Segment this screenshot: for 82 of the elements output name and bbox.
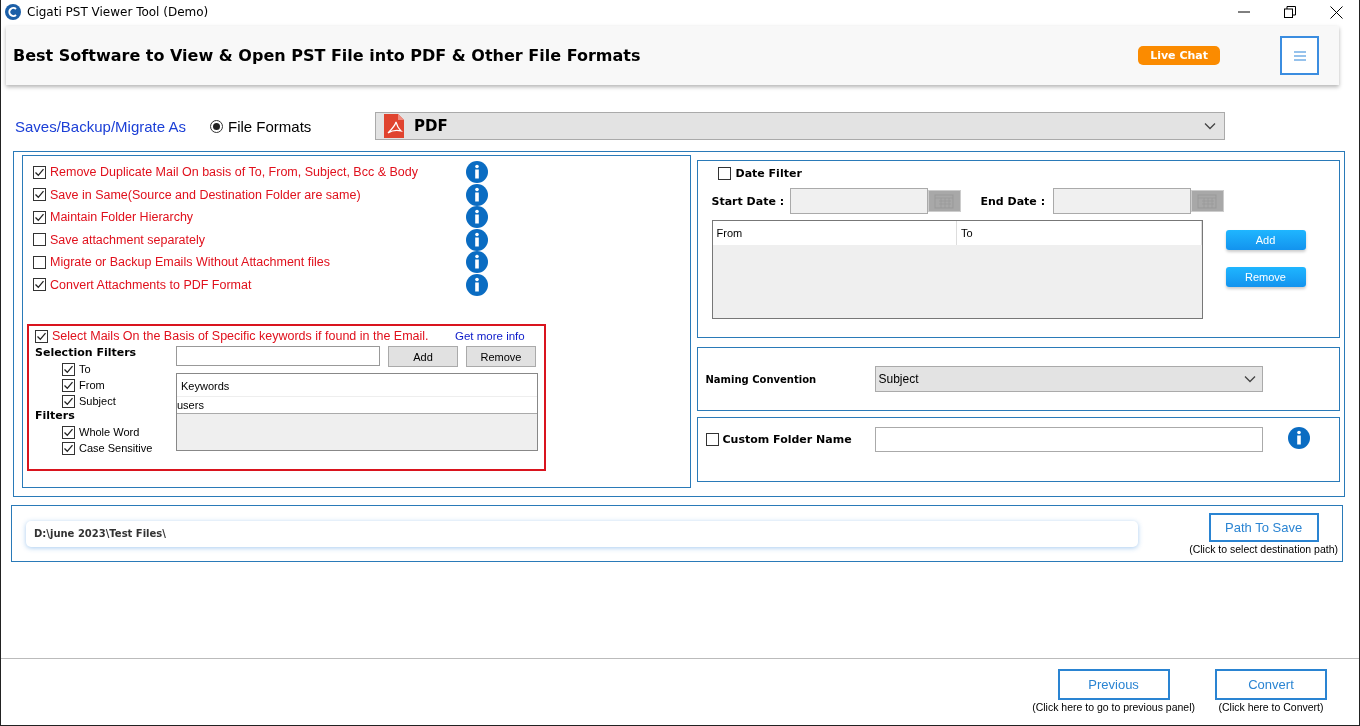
- checkbox[interactable]: [33, 255, 46, 269]
- path-to-save-button[interactable]: Path To Save: [1208, 512, 1319, 542]
- checkmark-icon: [36, 330, 47, 342]
- button-hint: (Click here to go to previous panel): [1032, 701, 1195, 713]
- checkmark-icon: [34, 189, 45, 201]
- menu-button[interactable]: [1280, 36, 1319, 75]
- naming-convention-dropdown[interactable]: Subject: [874, 366, 1263, 392]
- column-header: Keywords: [177, 374, 537, 397]
- checkmark-icon: [34, 166, 45, 178]
- column-header: To: [957, 221, 1202, 245]
- option-label: Migrate or Backup Emails Without Attachment files: [50, 255, 330, 270]
- add-button[interactable]: Add: [388, 346, 458, 367]
- button-hint: (Click to select destination path): [1189, 542, 1338, 555]
- section-title: Selection Filters: [35, 346, 138, 361]
- custom-folder-label: Custom Folder Name: [722, 433, 852, 446]
- convert-button[interactable]: Convert: [1215, 669, 1327, 700]
- info-icon: [1287, 427, 1310, 449]
- checkbox[interactable]: [62, 425, 75, 439]
- checkbox[interactable]: [62, 362, 75, 376]
- info-icon: [466, 161, 488, 184]
- filter-label: Case Sensitive: [79, 442, 153, 454]
- save-as-label: Saves/Backup/Migrate As: [15, 117, 187, 135]
- checkbox[interactable]: [35, 329, 48, 343]
- list-item[interactable]: users: [177, 397, 537, 414]
- info-icon: [466, 183, 488, 206]
- checkbox[interactable]: [33, 165, 46, 179]
- start-date-field[interactable]: [789, 188, 928, 214]
- section-title: Filters: [35, 409, 76, 424]
- filter-label: Subject: [79, 395, 116, 407]
- previous-button[interactable]: Previous: [1057, 669, 1170, 700]
- checkmark-icon: [63, 363, 74, 375]
- checkbox[interactable]: [62, 378, 75, 392]
- option-label: Remove Duplicate Mail On basis of To, From, Subject, Bcc & Body: [50, 165, 418, 180]
- custom-folder-field[interactable]: [874, 427, 1263, 452]
- header-title: Best Software to View & Open PST File into PDF & Other File Formats: [13, 46, 642, 65]
- option-label: Convert Attachments to PDF Format: [50, 277, 252, 292]
- checkmark-icon: [63, 395, 74, 407]
- option-label: Maintain Folder Hierarchy: [50, 210, 194, 225]
- naming-convention-label: Naming Convention: [705, 373, 818, 385]
- checkbox[interactable]: [33, 233, 46, 247]
- option-label: Save attachment separately: [50, 232, 205, 247]
- app-logo-icon: [5, 4, 21, 20]
- checkmark-icon: [63, 379, 74, 391]
- close-icon: [1329, 5, 1343, 19]
- window-title: Cigati PST Viewer Tool (Demo): [27, 5, 209, 19]
- info-icon: [466, 228, 488, 251]
- filter-label: From: [79, 379, 105, 391]
- end-date-field[interactable]: [1052, 188, 1191, 214]
- checkbox[interactable]: [62, 441, 75, 455]
- info-icon: [466, 206, 488, 229]
- checkbox[interactable]: [33, 278, 46, 292]
- end-date-label: End Date :: [980, 194, 1047, 208]
- checkbox[interactable]: [717, 167, 731, 180]
- date-filter-label: Date Filter: [735, 167, 802, 180]
- checkbox[interactable]: [33, 210, 46, 224]
- path-field: D:\june 2023\Test Files\: [26, 520, 1138, 547]
- checkmark-icon: [34, 211, 45, 223]
- radio-option[interactable]: File Formats: [210, 117, 375, 135]
- keyword-input[interactable]: [176, 346, 380, 366]
- caret-icon: [1243, 375, 1256, 383]
- checkbox[interactable]: [705, 433, 719, 446]
- filter-label: To: [79, 363, 91, 375]
- start-date-label: Start Date :: [711, 194, 786, 208]
- button-hint: (Click here to Convert): [1218, 701, 1324, 713]
- option-label: Save in Same(Source and Destination Folder are same): [50, 187, 361, 202]
- checkmark-icon: [63, 442, 74, 454]
- format-dropdown[interactable]: PDF: [375, 112, 1225, 140]
- restore-icon: [1284, 6, 1296, 18]
- checkbox[interactable]: [62, 394, 75, 408]
- column-header: From: [712, 221, 957, 245]
- menu-icon: [1293, 50, 1306, 61]
- keyword-filter-label: Select Mails On the Basis of Specific keywords if found in the Email.: [52, 329, 429, 343]
- caret-icon: [1204, 122, 1216, 130]
- get-more-info-link[interactable]: Get more info: [455, 330, 525, 342]
- info-icon: [466, 251, 488, 274]
- checkmark-icon: [34, 279, 45, 291]
- pdf-file-icon: [384, 114, 404, 138]
- info-icon: [466, 273, 488, 296]
- checkbox[interactable]: [33, 188, 46, 202]
- remove-button[interactable]: Remove: [466, 346, 536, 367]
- filter-label: Whole Word: [79, 426, 140, 438]
- checkmark-icon: [63, 426, 74, 438]
